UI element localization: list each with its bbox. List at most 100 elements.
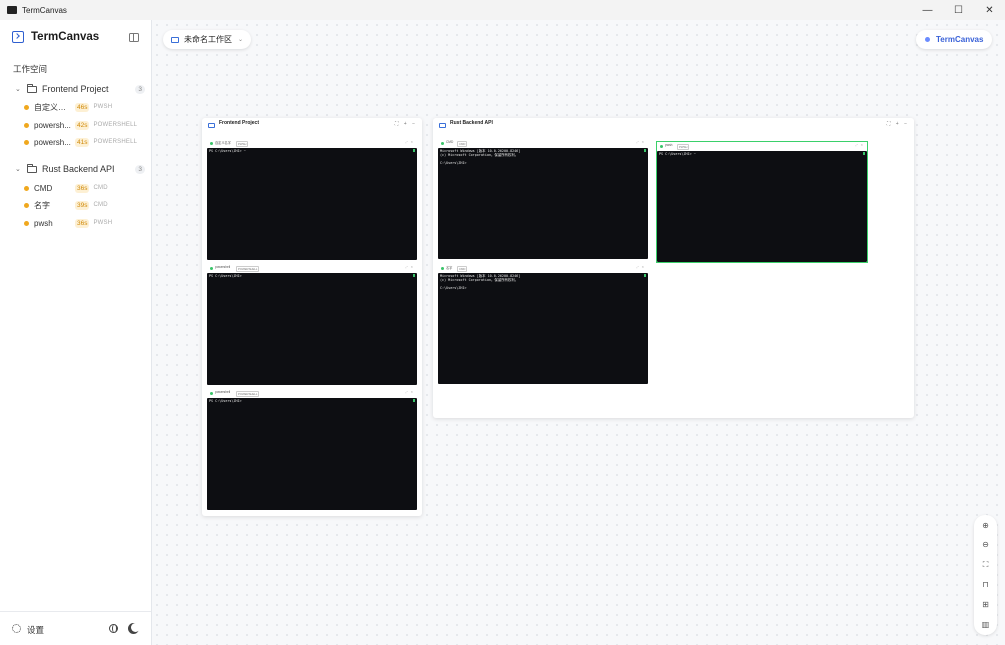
status-dot: [925, 37, 930, 42]
panel-header[interactable]: Rust Backend API ⛶ + −: [433, 118, 914, 135]
grid-icon[interactable]: ⊞: [980, 599, 991, 610]
globe-icon[interactable]: [109, 624, 118, 633]
terminal-controls[interactable]: ⤢ ✕: [405, 390, 414, 394]
terminal-output[interactable]: PS C:\Users\ZHI>: [207, 398, 417, 510]
lock-icon[interactable]: ⊓: [980, 579, 991, 590]
uptime-badge: 39s: [75, 200, 90, 210]
terminal-label: 名字: [446, 266, 453, 270]
window-titlebar: TermCanvas — ☐ ✕: [0, 0, 1005, 20]
terminal-window[interactable]: powershell POWERSHELL ⤢ ✕ PS C:\Users\ZH…: [207, 264, 417, 385]
terminal-line: PS C:\Users\ZHI> ~: [209, 149, 246, 153]
folder-icon: [171, 36, 179, 43]
sidebar-terminal-item[interactable]: pwsh 36s PWSH: [24, 216, 142, 230]
terminal-window[interactable]: CMD CMD ⤢ ✕ Microsoft Windows [版本 10.0.2…: [438, 139, 648, 259]
panel-controls[interactable]: ⛶ + −: [395, 121, 417, 127]
shell-badge: PWSH: [677, 143, 690, 150]
terminal-controls[interactable]: ⤢ ✕: [636, 265, 645, 269]
panel-header[interactable]: Frontend Project ⛶ + −: [202, 118, 422, 135]
fit-view-icon[interactable]: ⛶: [980, 559, 991, 570]
terminal-controls[interactable]: ⤢ ✕: [636, 140, 645, 144]
panel-controls[interactable]: ⛶ + −: [887, 121, 909, 127]
terminal-label: pwsh: [665, 143, 673, 147]
terminal-line: (c) Microsoft Corporation。保留所有权利。: [440, 278, 519, 282]
workspace-selector[interactable]: 未命名工作区 ⌄: [163, 30, 252, 49]
terminal-header[interactable]: powershell POWERSHELL ⤢ ✕: [207, 389, 417, 397]
shell-badge: POWERSHELL: [236, 265, 260, 272]
close-button[interactable]: ✕: [974, 0, 1005, 20]
sidebar-terminal-item[interactable]: CMD 36s CMD: [24, 181, 142, 195]
window-controls: — ☐ ✕: [912, 0, 1005, 20]
terminal-name: CMD: [34, 183, 53, 193]
terminal-header[interactable]: 名字 CMD ⤢ ✕: [438, 264, 648, 272]
terminal-header[interactable]: pwsh PWSH ⤢ ✕: [657, 142, 867, 150]
terminal-label: powershell: [215, 390, 231, 394]
terminal-name: pwsh: [34, 218, 53, 228]
terminal-cursor: [413, 149, 415, 152]
zoom-in-icon[interactable]: ⊕: [980, 520, 991, 531]
terminal-name: powersh...: [34, 137, 71, 147]
shell-type: PWSH: [93, 104, 113, 110]
sidebar-terminal-item[interactable]: 自定义名字 46s PWSH: [24, 100, 142, 114]
terminal-header[interactable]: CMD CMD ⤢ ✕: [438, 139, 648, 147]
zoom-out-icon[interactable]: ⊖: [980, 539, 991, 550]
sidebar-terminal-item[interactable]: powersh... 42s POWERSHELL: [24, 118, 142, 132]
sidebar-terminal-item[interactable]: 名字 39s CMD: [24, 198, 142, 212]
terminal-output[interactable]: PS C:\Users\ZHI> ~: [657, 151, 867, 262]
terminal-label: 自定义名字: [215, 141, 231, 145]
status-dot: [210, 266, 213, 270]
terminal-line: PS C:\Users\ZHI>: [209, 399, 242, 403]
terminal-line: C:\Users\ZHI>: [440, 161, 467, 165]
terminal-header[interactable]: 自定义名字 PWSH ⤢ ✕: [207, 139, 417, 147]
terminal-output[interactable]: PS C:\Users\ZHI>: [207, 273, 417, 385]
brand-badge-label: TermCanvas: [936, 35, 984, 44]
terminal-output[interactable]: PS C:\Users\ZHI> ~: [207, 148, 417, 260]
workspace-name: 未命名工作区: [184, 35, 232, 44]
panel-title: Frontend Project: [219, 120, 260, 126]
terminal-line: (c) Microsoft Corporation。保留所有权利。: [440, 153, 519, 157]
settings-link[interactable]: 设置: [27, 624, 44, 636]
chevron-down-icon[interactable]: ⌄: [15, 165, 23, 173]
project-panel[interactable]: Rust Backend API ⛶ + − CMD CMD ⤢ ✕ Micro…: [433, 118, 914, 418]
brand-badge[interactable]: TermCanvas: [916, 30, 993, 49]
terminal-window[interactable]: 自定义名字 PWSH ⤢ ✕ PS C:\Users\ZHI> ~: [207, 139, 417, 260]
terminal-controls[interactable]: ⤢ ✕: [855, 143, 864, 147]
uptime-badge: 42s: [75, 120, 90, 130]
maximize-button[interactable]: ☐: [943, 0, 974, 20]
terminal-window-selected[interactable]: pwsh PWSH ⤢ ✕ PS C:\Users\ZHI> ~: [656, 141, 868, 263]
terminal-output[interactable]: Microsoft Windows [版本 10.0.26200.8246] (…: [438, 148, 648, 259]
terminal-window[interactable]: powershell POWERSHELL ⤢ ✕ PS C:\Users\ZH…: [207, 389, 417, 510]
sidebar-toggle-icon[interactable]: [129, 33, 139, 42]
group-count-badge: 3: [135, 164, 145, 174]
brand-name: TermCanvas: [31, 31, 100, 43]
moon-icon[interactable]: [131, 623, 140, 632]
canvas-controls: ⊕ ⊖ ⛶ ⊓ ⊞ ▥: [974, 515, 997, 635]
terminal-controls[interactable]: ⤢ ✕: [405, 265, 414, 269]
gear-icon[interactable]: [12, 624, 21, 633]
shell-type: POWERSHELL: [93, 139, 138, 145]
folder-icon: [208, 123, 215, 128]
terminal-label: powershell: [215, 265, 231, 269]
sidebar-footer: 设置: [0, 611, 151, 645]
status-dot: [210, 391, 213, 395]
group-name: Frontend Project: [42, 84, 109, 94]
chevron-down-icon[interactable]: ⌄: [15, 85, 23, 93]
shell-type: PWSH: [93, 220, 113, 226]
brand: TermCanvas: [12, 31, 99, 43]
group-frontend-project[interactable]: ⌄ Frontend Project 3: [15, 81, 145, 97]
folder-icon: [439, 123, 446, 128]
sidebar-terminal-item[interactable]: powersh... 41s POWERSHELL: [24, 135, 142, 149]
status-dot: [24, 122, 29, 128]
terminal-header[interactable]: powershell POWERSHELL ⤢ ✕: [207, 264, 417, 272]
shell-badge: PWSH: [236, 140, 249, 147]
shell-badge: CMD: [457, 140, 468, 147]
canvas[interactable]: 未命名工作区 ⌄ TermCanvas Frontend Project ⛶ +…: [152, 20, 1005, 645]
terminal-window[interactable]: 名字 CMD ⤢ ✕ Microsoft Windows [版本 10.0.26…: [438, 264, 648, 384]
status-dot: [24, 202, 29, 208]
project-panel[interactable]: Frontend Project ⛶ + − 自定义名字 PWSH ⤢ ✕ PS…: [202, 118, 422, 516]
terminal-output[interactable]: Microsoft Windows [版本 10.0.26200.8246] (…: [438, 273, 648, 384]
terminal-controls[interactable]: ⤢ ✕: [405, 140, 414, 144]
minimize-button[interactable]: —: [912, 0, 943, 20]
minimap-icon[interactable]: ▥: [980, 619, 991, 630]
group-name: Rust Backend API: [42, 164, 115, 174]
group-rust-backend-api[interactable]: ⌄ Rust Backend API 3: [15, 161, 145, 177]
